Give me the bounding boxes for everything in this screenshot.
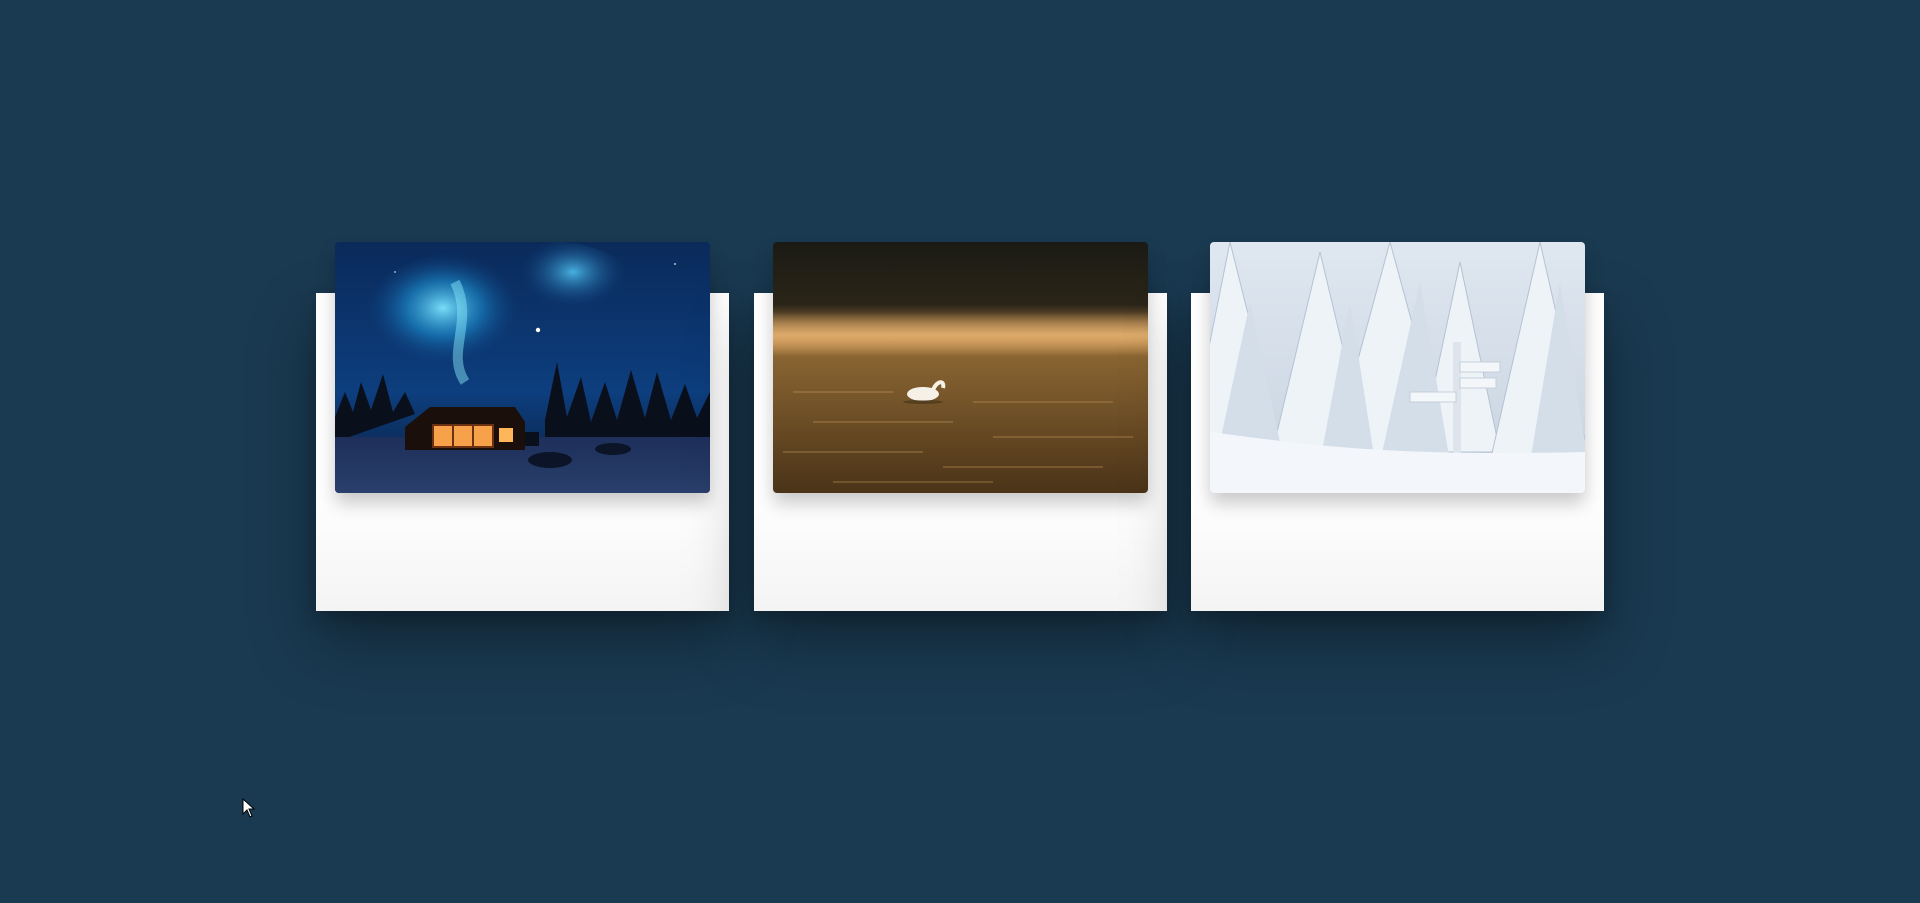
photo-aurora-cabin[interactable] <box>335 242 710 493</box>
swan-lake-image <box>773 242 1148 493</box>
gallery-stage <box>0 0 1920 903</box>
aurora-cabin-image <box>335 242 710 493</box>
photo-snow-forest[interactable] <box>1210 242 1585 493</box>
snow-forest-image <box>1210 242 1585 493</box>
photo-swan-lake[interactable] <box>773 242 1148 493</box>
arrow-cursor-icon <box>242 798 256 818</box>
